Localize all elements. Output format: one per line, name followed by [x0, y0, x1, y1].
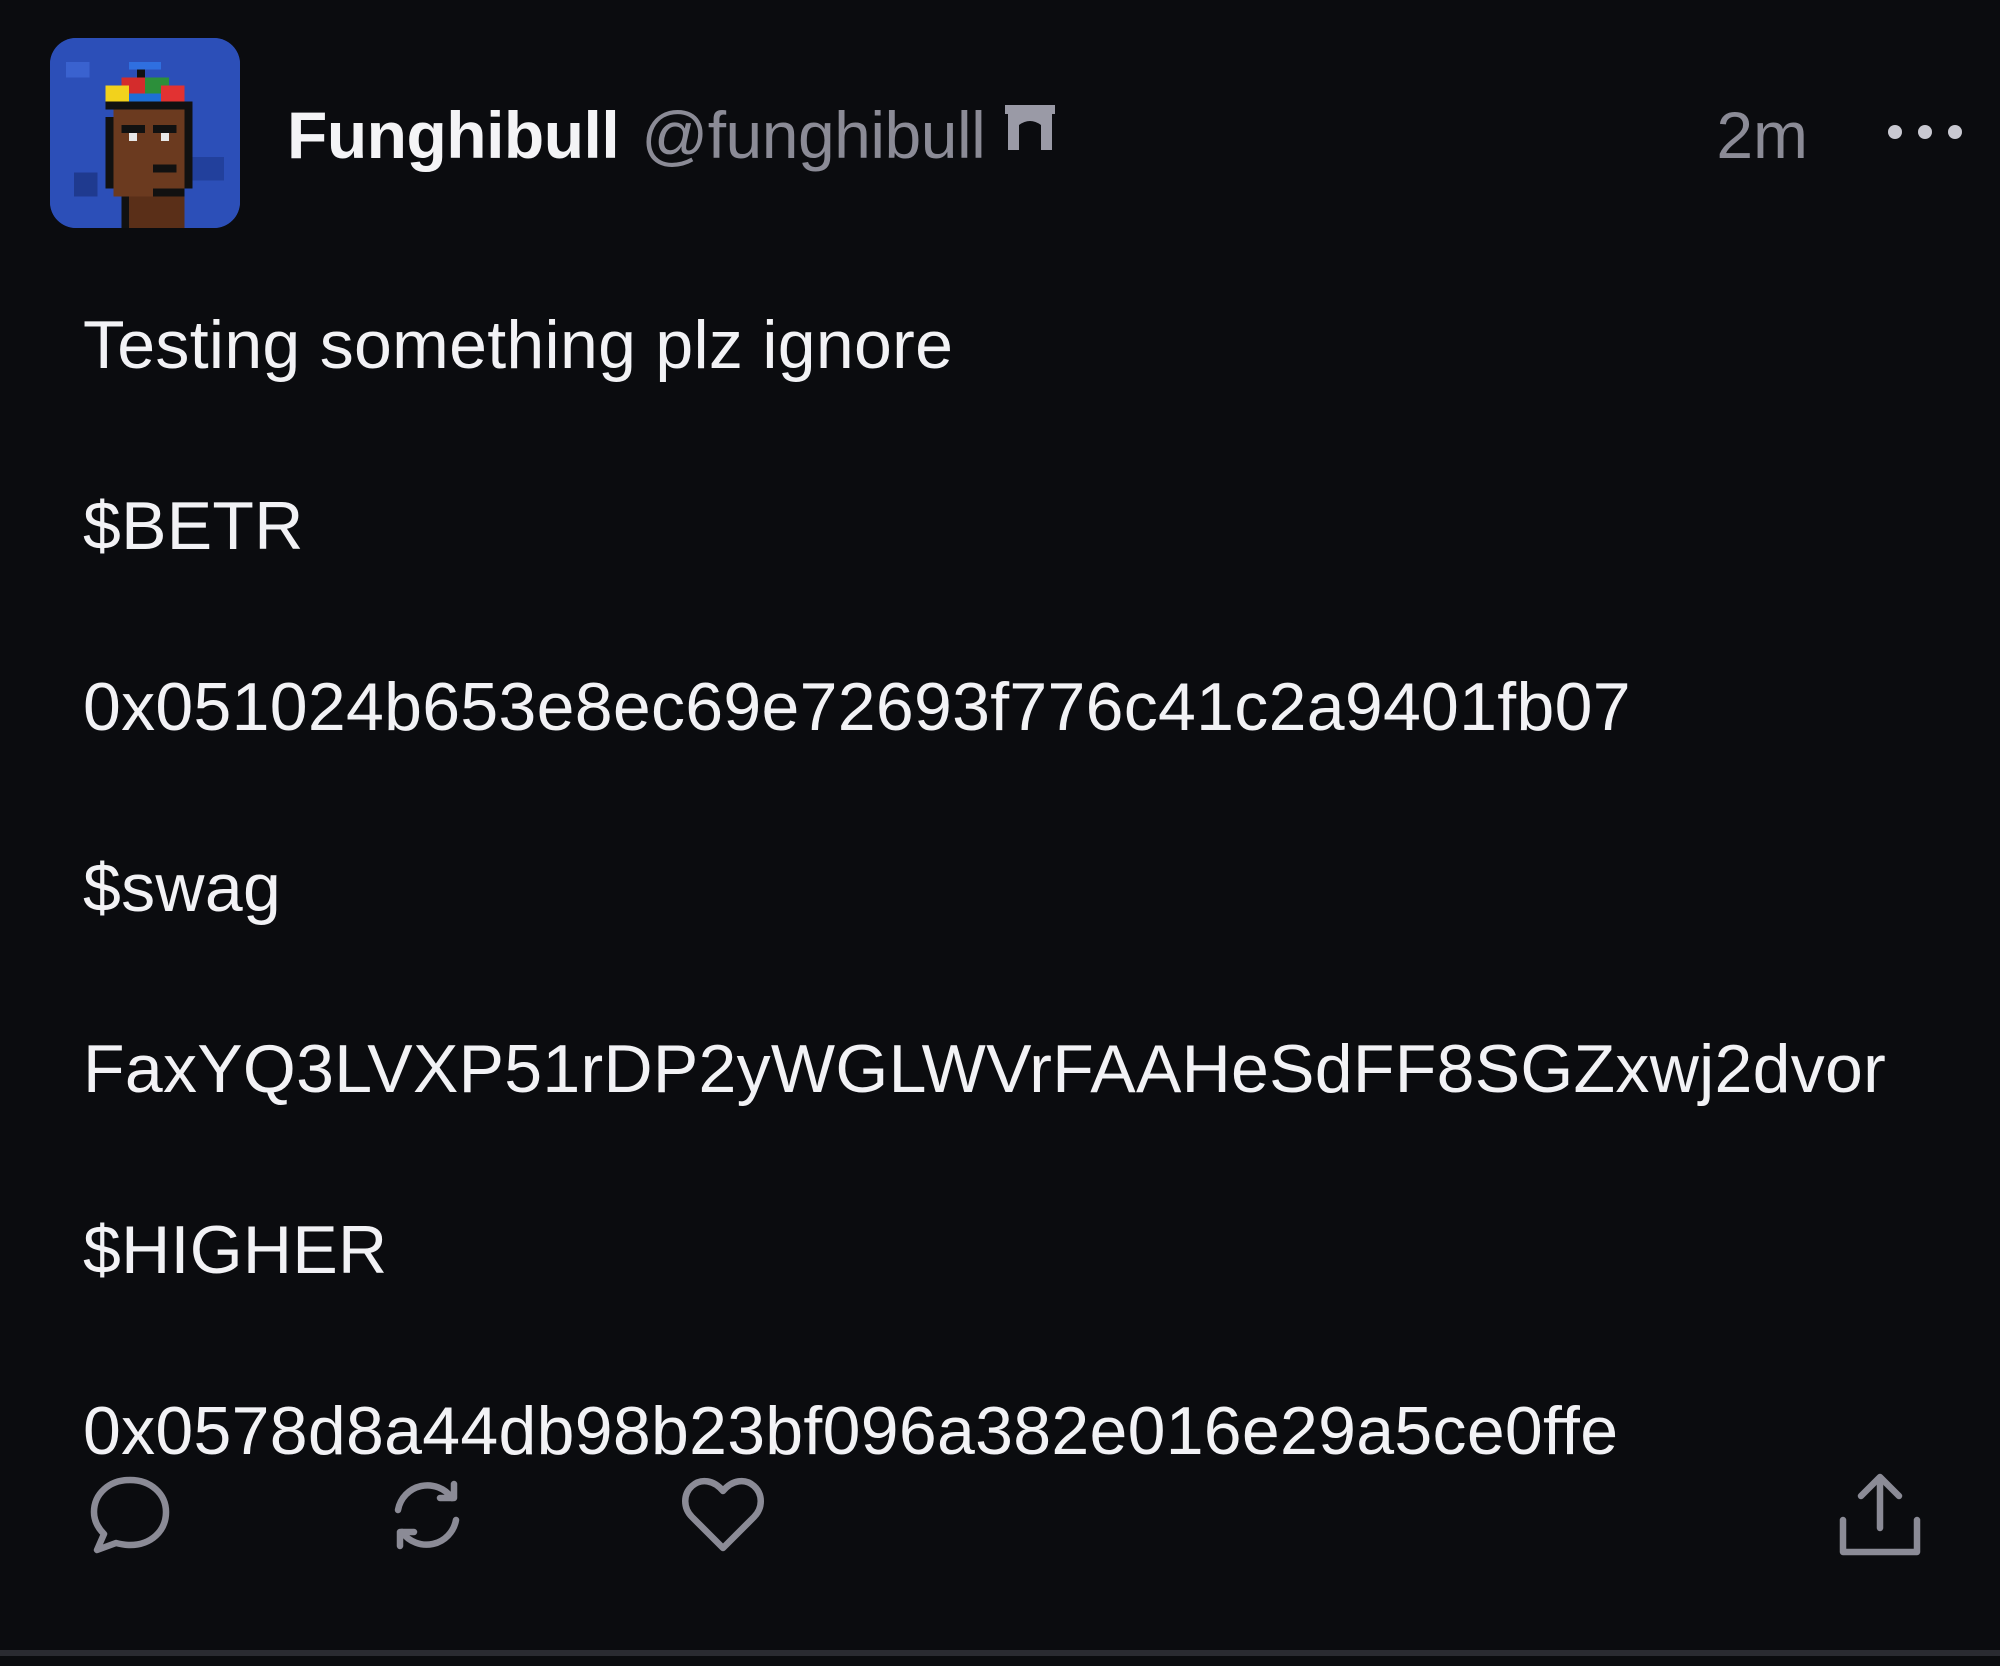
share-upload-icon[interactable]: [1835, 1470, 1925, 1560]
gateway-arch-icon: [1005, 101, 1056, 153]
cashtag-swag[interactable]: $swag: [83, 798, 1963, 979]
post-body: Testing something plz ignore $BETR 0x051…: [83, 255, 1963, 1522]
author-handle[interactable]: @funghibull: [641, 97, 986, 173]
post-header: Funghibull @funghibull: [287, 95, 1056, 175]
pixel-punk-avatar: [50, 38, 240, 228]
post-text-line: Testing something plz ignore: [83, 307, 954, 383]
author-display-name[interactable]: Funghibull: [287, 97, 620, 173]
post-timestamp[interactable]: 2m: [1716, 95, 1808, 175]
heart-icon[interactable]: [678, 1470, 768, 1560]
post-actions-bar: [0, 1470, 2000, 1570]
user-avatar[interactable]: [50, 38, 240, 228]
cashtag-higher[interactable]: $HIGHER: [83, 1160, 1963, 1341]
post-divider: [0, 1650, 2000, 1656]
cashtag-betr[interactable]: $BETR: [83, 436, 1963, 617]
recast-arrows-icon[interactable]: [382, 1470, 472, 1560]
cast-post[interactable]: Funghibull @funghibull 2m Testing someth…: [0, 0, 2000, 1650]
reply-bubble-icon[interactable]: [85, 1470, 175, 1560]
contract-address: 0x051024b653e8ec69e72693f776c41c2a9401fb…: [83, 669, 1631, 745]
more-horizontal-icon[interactable]: [1885, 112, 1965, 152]
contract-address: FaxYQ3LVXP51rDP2yWGLWVrFAAHeSdFF8SGZxwj2…: [83, 1031, 1887, 1107]
